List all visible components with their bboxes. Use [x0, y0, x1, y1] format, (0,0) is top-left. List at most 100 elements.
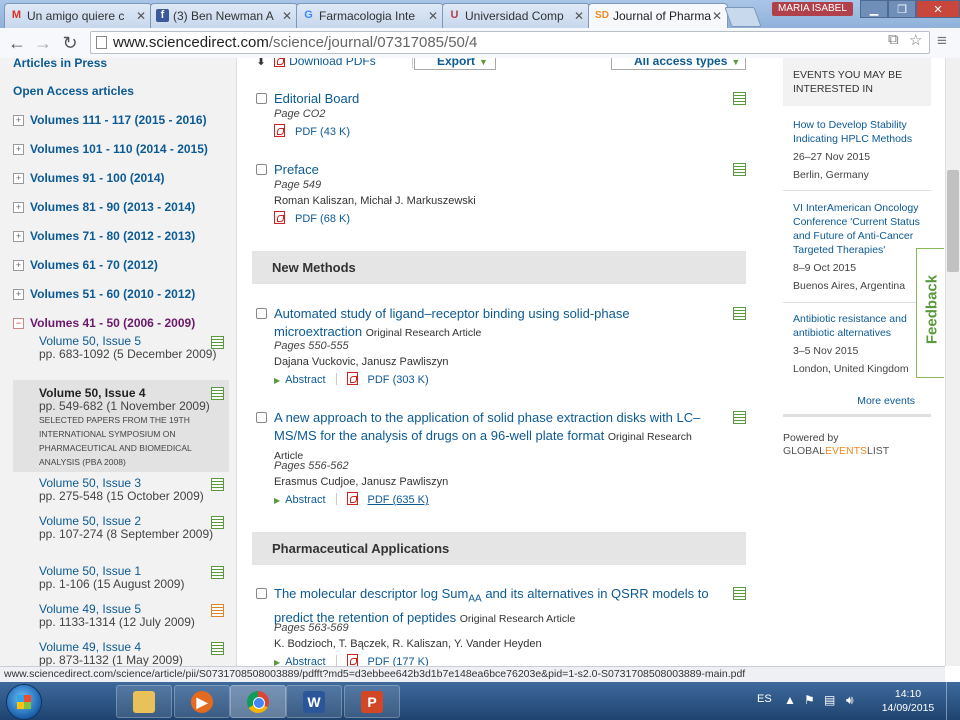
forward-arrow-icon[interactable]: → [32, 32, 54, 54]
expand-icon[interactable]: + [13, 144, 24, 155]
menu-icon[interactable]: ≡ [937, 31, 947, 51]
issue-title[interactable]: Volume 50, Issue 1 [39, 564, 229, 578]
browser-tab-universidad[interactable]: U Universidad Comp ✕ [442, 3, 590, 28]
volume-group[interactable]: + Volumes 91 - 100 (2014) [13, 171, 165, 185]
article-title-text[interactable]: The molecular descriptor log Sum [274, 586, 468, 601]
article-title[interactable]: A new approach to the application of sol… [274, 409, 714, 465]
pdf-link[interactable]: PDF (43 K) [295, 126, 350, 138]
bookmark-star-icon[interactable]: ☆ [909, 31, 922, 49]
reload-icon[interactable]: ↻ [59, 32, 81, 54]
action-center-flag-icon[interactable]: ⚑ [804, 693, 815, 707]
browser-tab-gmail[interactable]: M Un amigo quiere c ✕ [4, 3, 152, 28]
toc-icon[interactable] [211, 604, 224, 617]
expand-icon[interactable]: + [13, 115, 24, 126]
volume-group[interactable]: + Volumes 71 - 80 (2012 - 2013) [13, 229, 195, 243]
close-icon[interactable]: ✕ [136, 4, 146, 28]
issue-title[interactable]: Volume 50, Issue 3 [39, 476, 229, 490]
toc-icon[interactable] [211, 642, 224, 655]
tray-arrow-icon[interactable]: ▲ [784, 693, 796, 707]
article-checkbox[interactable] [256, 308, 267, 319]
address-bar[interactable]: www.sciencedirect.com/science/journal/07… [90, 31, 930, 54]
expand-icon[interactable]: + [13, 289, 24, 300]
close-icon[interactable]: ✕ [282, 4, 292, 28]
taskbar-clock[interactable]: 14:10 14/09/2015 [880, 687, 936, 715]
close-icon[interactable]: ✕ [574, 4, 584, 28]
open-access-link[interactable]: Open Access articles [13, 84, 134, 98]
article-checkbox[interactable] [256, 164, 267, 175]
volume-group[interactable]: + Volumes 51 - 60 (2010 - 2012) [13, 287, 195, 301]
collapse-icon[interactable]: − [13, 318, 24, 329]
event-title[interactable]: Antibiotic resistance and antibiotic alt… [793, 312, 931, 340]
issue-item[interactable]: Volume 50, Issue 1 pp. 1-106 (15 August … [13, 564, 229, 591]
toc-icon[interactable] [733, 92, 746, 105]
download-pdfs-button[interactable]: ⬇ Download PDFs [256, 58, 376, 68]
access-types-filter[interactable]: All access types ▼ [611, 58, 746, 70]
toc-icon[interactable] [211, 336, 224, 349]
taskbar-media-player[interactable]: ▶ [174, 685, 230, 718]
volume-group[interactable]: + Volumes 61 - 70 (2012) [13, 258, 158, 272]
issue-title[interactable]: Volume 50, Issue 2 [39, 514, 229, 528]
volume-group[interactable]: + Volumes 101 - 110 (2014 - 2015) [13, 142, 208, 156]
close-icon[interactable]: ✕ [712, 4, 722, 28]
window-close-button[interactable]: ✕ [916, 0, 960, 18]
issue-item-selected[interactable]: Volume 50, Issue 4 pp. 549-682 (1 Novemb… [13, 380, 229, 472]
pdf-link[interactable]: PDF (177 K) [368, 656, 429, 666]
taskbar-word[interactable]: W [286, 685, 342, 718]
network-icon[interactable]: ▤ [824, 693, 835, 707]
minimize-button[interactable]: ▁ [860, 0, 888, 18]
issue-title[interactable]: Volume 50, Issue 5 [39, 334, 229, 348]
issue-item[interactable]: Volume 50, Issue 5 pp. 683-1092 (5 Decem… [13, 334, 229, 361]
taskbar-powerpoint[interactable]: P [344, 685, 400, 718]
article-title[interactable]: Preface [274, 161, 714, 179]
maximize-button[interactable]: ❐ [888, 0, 916, 18]
toc-icon[interactable] [733, 587, 746, 600]
toc-icon[interactable] [211, 566, 224, 579]
article-title[interactable]: Automated study of ligand–receptor bindi… [274, 305, 714, 342]
article-checkbox[interactable] [256, 412, 267, 423]
taskbar-chrome[interactable] [230, 685, 286, 718]
expand-icon[interactable]: + [13, 173, 24, 184]
toc-icon[interactable] [733, 411, 746, 424]
page-scrollbar[interactable] [945, 58, 960, 666]
browser-tab-facebook[interactable]: f (3) Ben Newman A ✕ [150, 3, 298, 28]
back-arrow-icon[interactable]: ← [6, 32, 28, 54]
browser-tab-journal[interactable]: SD Journal of Pharma ✕ [588, 3, 728, 28]
article-title[interactable]: Editorial Board [274, 90, 714, 108]
abstract-link[interactable]: Abstract [285, 374, 325, 386]
language-indicator[interactable]: ES [757, 693, 772, 705]
close-icon[interactable]: ✕ [428, 4, 438, 28]
toc-icon[interactable] [211, 387, 224, 400]
event-title[interactable]: How to Develop Stability Indicating HPLC… [793, 118, 931, 146]
issue-item[interactable]: Volume 50, Issue 3 pp. 275-548 (15 Octob… [13, 476, 229, 503]
pdf-link[interactable]: PDF (635 K) [368, 494, 429, 506]
expand-icon[interactable]: + [13, 231, 24, 242]
volume-icon[interactable]: 🔊︎ [846, 693, 854, 708]
toc-icon[interactable] [733, 307, 746, 320]
issue-title[interactable]: Volume 49, Issue 5 [39, 602, 229, 616]
abstract-link[interactable]: Abstract [285, 494, 325, 506]
more-events-link[interactable]: More events [783, 395, 915, 407]
issue-item[interactable]: Volume 50, Issue 2 pp. 107-274 (8 Septem… [13, 514, 229, 541]
pdf-link[interactable]: PDF (68 K) [295, 213, 350, 225]
export-button[interactable]: Export ▼ [414, 58, 496, 70]
volume-group-expanded[interactable]: − Volumes 41 - 50 (2006 - 2009) [13, 316, 195, 330]
start-button[interactable] [6, 684, 42, 720]
issue-item[interactable]: Volume 49, Issue 4 pp. 873-1132 (1 May 2… [13, 640, 229, 666]
scrollbar-thumb[interactable] [947, 170, 959, 272]
toc-icon[interactable] [733, 163, 746, 176]
feedback-tab[interactable]: Feedback [916, 248, 944, 378]
translate-icon[interactable]: ⧉ [888, 31, 899, 48]
globaleventslist-logo[interactable]: GLOBALEVENTSLIST [783, 445, 889, 458]
pdf-link[interactable]: PDF (303 K) [368, 374, 429, 386]
article-checkbox[interactable] [256, 588, 267, 599]
new-tab-button[interactable] [724, 7, 762, 27]
toc-icon[interactable] [211, 478, 224, 491]
issue-title[interactable]: Volume 49, Issue 4 [39, 640, 229, 654]
toc-icon[interactable] [211, 516, 224, 529]
event-title[interactable]: VI InterAmerican Oncology Conference 'Cu… [793, 201, 931, 257]
abstract-link[interactable]: Abstract [285, 656, 325, 666]
show-desktop-button[interactable] [946, 682, 960, 720]
volume-group[interactable]: + Volumes 111 - 117 (2015 - 2016) [13, 113, 207, 127]
issue-item[interactable]: Volume 49, Issue 5 pp. 1133-1314 (12 Jul… [13, 602, 229, 629]
taskbar-explorer[interactable] [116, 685, 172, 718]
